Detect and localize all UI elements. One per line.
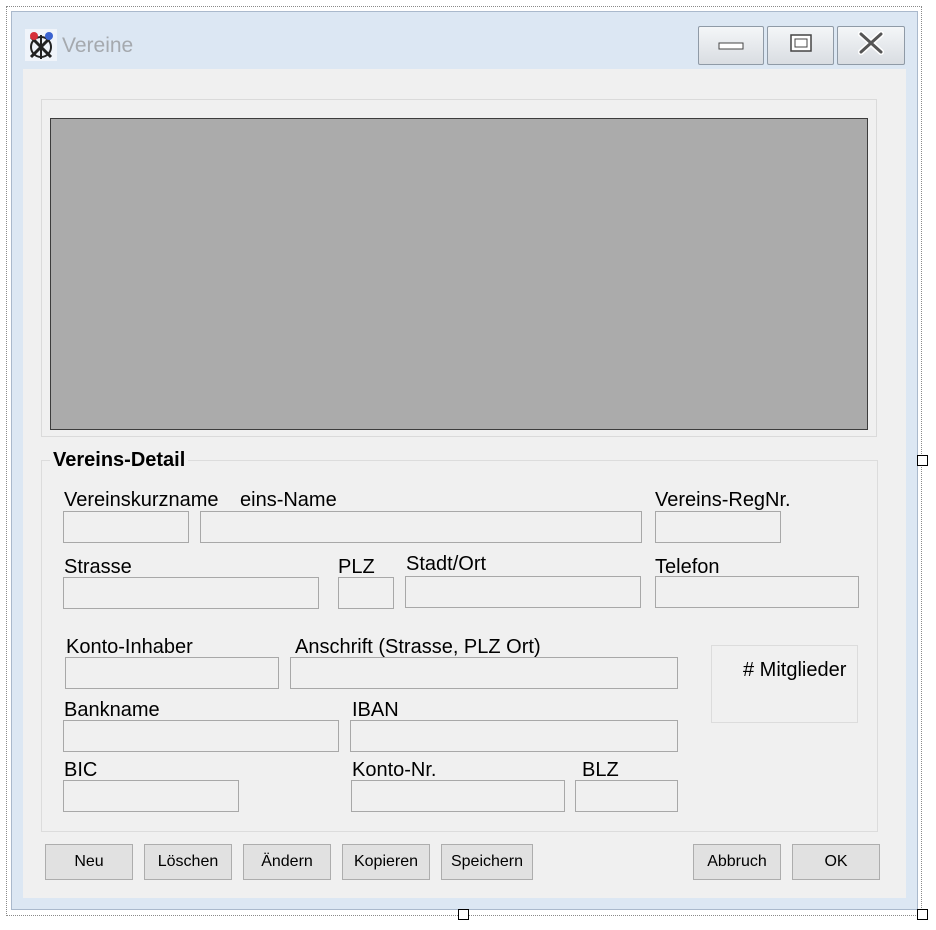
label-strasse: Strasse <box>64 555 132 579</box>
vereins-name-field[interactable] <box>200 511 642 543</box>
anschrift-field[interactable] <box>290 657 678 689</box>
maximize-button[interactable] <box>767 26 834 65</box>
minimize-button[interactable] <box>698 26 764 65</box>
kopieren-button[interactable]: Kopieren <box>342 844 430 880</box>
mitglieder-box <box>711 645 858 723</box>
aendern-button[interactable]: Ändern <box>243 844 331 880</box>
label-vereins-regnr: Vereins-RegNr. <box>655 488 791 512</box>
bic-field[interactable] <box>63 780 239 812</box>
speichern-button[interactable]: Speichern <box>441 844 533 880</box>
label-konto-nr: Konto-Nr. <box>352 758 437 782</box>
label-vereinskurzname: Vereinskurzname <box>64 488 219 512</box>
abbruch-button[interactable]: Abbruch <box>693 844 781 880</box>
close-icon <box>857 31 885 60</box>
label-plz: PLZ <box>338 555 375 579</box>
iban-field[interactable] <box>350 720 678 752</box>
neu-button[interactable]: Neu <box>45 844 133 880</box>
resize-handle-right[interactable] <box>917 455 928 466</box>
label-iban: IBAN <box>352 698 399 722</box>
vereinskurzname-field[interactable] <box>63 511 189 543</box>
app-icon[interactable] <box>25 29 57 61</box>
minimize-icon <box>718 36 744 55</box>
stadt-ort-field[interactable] <box>405 576 641 608</box>
group-title: Vereins-Detail <box>50 449 189 472</box>
plz-field[interactable] <box>338 577 394 609</box>
resize-handle-bottom[interactable] <box>458 909 469 920</box>
konto-inhaber-field[interactable] <box>65 657 279 689</box>
telefon-field[interactable] <box>655 576 859 608</box>
label-konto-inhaber: Konto-Inhaber <box>66 635 193 659</box>
bankname-field[interactable] <box>63 720 339 752</box>
loeschen-button[interactable]: Löschen <box>144 844 232 880</box>
label-mitglieder: # Mitglieder <box>743 658 847 682</box>
ok-button[interactable]: OK <box>792 844 880 880</box>
label-bankname: Bankname <box>64 698 160 722</box>
resize-handle-corner[interactable] <box>917 909 928 920</box>
window-title: Vereine <box>62 34 134 57</box>
vereins-regnr-field[interactable] <box>655 511 781 543</box>
close-button[interactable] <box>837 26 905 65</box>
maximize-icon <box>789 33 813 58</box>
label-vereins-name: eins-Name <box>240 488 337 512</box>
vereine-data-grid[interactable] <box>50 118 868 430</box>
strasse-field[interactable] <box>63 577 319 609</box>
label-stadt-ort: Stadt/Ort <box>406 552 487 576</box>
blz-field[interactable] <box>575 780 678 812</box>
label-bic: BIC <box>64 758 98 782</box>
konto-nr-field[interactable] <box>351 780 565 812</box>
label-anschrift: Anschrift (Strasse, PLZ Ort) <box>295 635 541 659</box>
label-blz: BLZ <box>582 758 619 782</box>
